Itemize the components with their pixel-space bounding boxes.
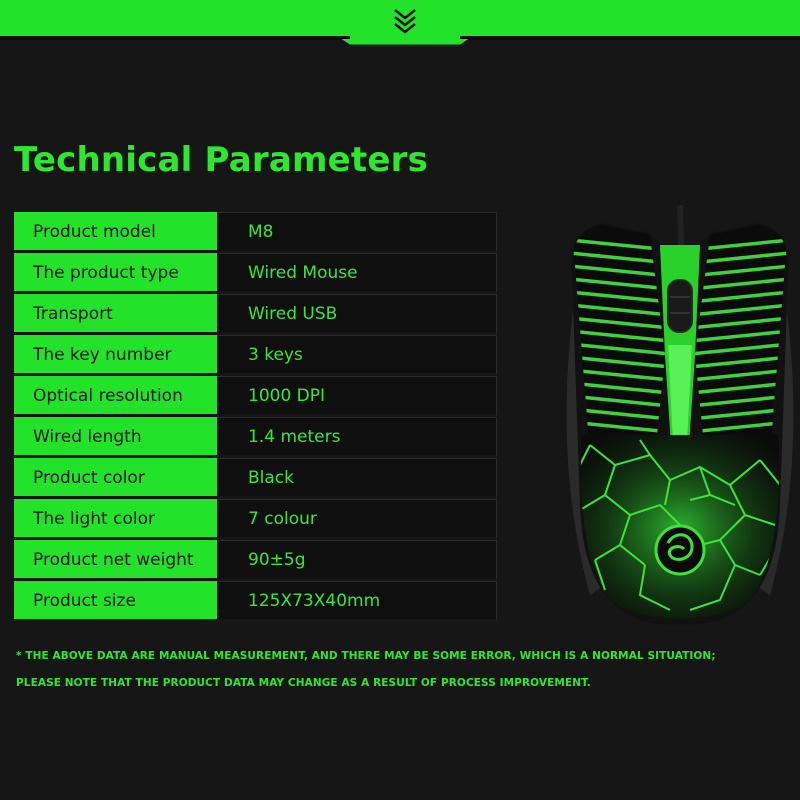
disclaimer-line-1: * THE ABOVE DATA ARE MANUAL MEASUREMENT,… bbox=[16, 650, 716, 662]
spec-label: The light color bbox=[14, 499, 217, 540]
spec-label: Wired length bbox=[14, 417, 217, 458]
spec-label: Product color bbox=[14, 458, 217, 499]
table-row: Optical resolution 1000 DPI bbox=[14, 376, 497, 417]
spec-value: 7 colour bbox=[217, 499, 497, 540]
table-row: Product model M8 bbox=[14, 212, 497, 253]
spec-label: Product net weight bbox=[14, 540, 217, 581]
chevron-down-icon bbox=[394, 9, 416, 34]
table-row: Product size 125X73X40mm bbox=[14, 581, 497, 622]
spec-value: M8 bbox=[217, 212, 497, 253]
spec-value: Wired Mouse bbox=[217, 253, 497, 294]
table-row: The key number 3 keys bbox=[14, 335, 497, 376]
spec-value: Black bbox=[217, 458, 497, 499]
spec-label: Transport bbox=[14, 294, 217, 335]
table-row: Transport Wired USB bbox=[14, 294, 497, 335]
spec-table: Product model M8 The product type Wired Mou… bbox=[14, 212, 497, 622]
mouse-image bbox=[566, 205, 794, 626]
spec-value: 1.4 meters bbox=[217, 417, 497, 458]
spec-value: 125X73X40mm bbox=[217, 581, 497, 622]
spec-label: Product size bbox=[14, 581, 217, 622]
spec-label: The product type bbox=[14, 253, 217, 294]
table-row: The product type Wired Mouse bbox=[14, 253, 497, 294]
spec-value: 3 keys bbox=[217, 335, 497, 376]
spec-value: 90±5g bbox=[217, 540, 497, 581]
spec-table-body: Product model M8 The product type Wired Mou… bbox=[14, 212, 497, 622]
disclaimer-line-2: PLEASE NOTE THAT THE PRODUCT DATA MAY CH… bbox=[16, 677, 591, 689]
table-row: Product color Black bbox=[14, 458, 497, 499]
page-title: Technical Parameters bbox=[14, 140, 429, 180]
table-row: Wired length 1.4 meters bbox=[14, 417, 497, 458]
spec-value: Wired USB bbox=[217, 294, 497, 335]
spec-label: Optical resolution bbox=[14, 376, 217, 417]
spec-label: Product model bbox=[14, 212, 217, 253]
spec-value: 1000 DPI bbox=[217, 376, 497, 417]
table-row: The light color 7 colour bbox=[14, 499, 497, 540]
spec-label: The key number bbox=[14, 335, 217, 376]
top-banner bbox=[0, 0, 800, 45]
table-row: Product net weight 90±5g bbox=[14, 540, 497, 581]
